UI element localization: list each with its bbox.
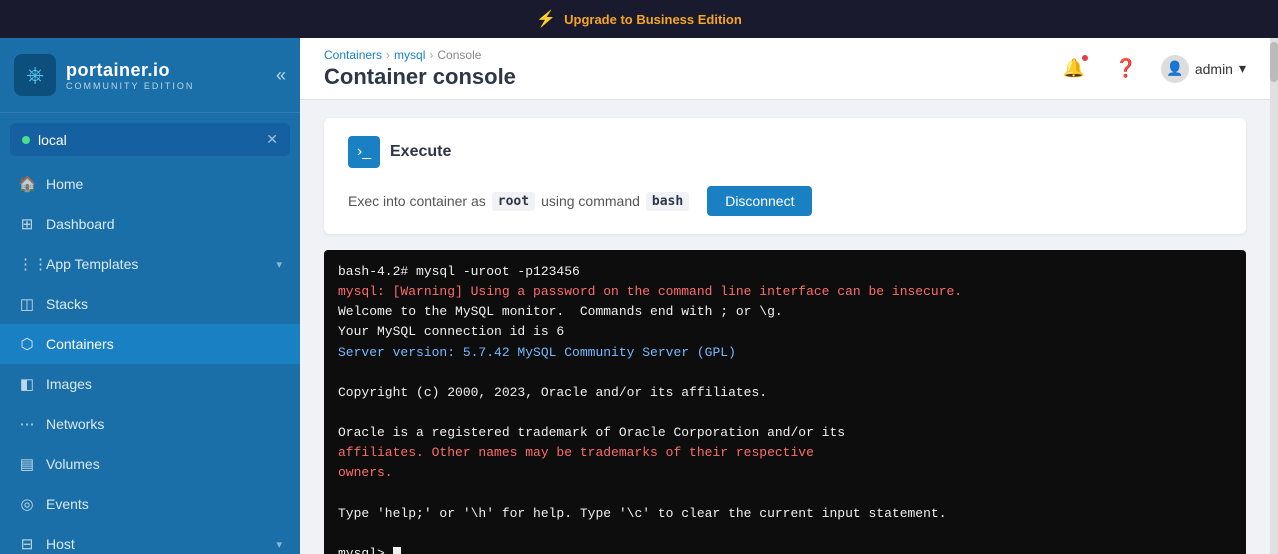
execute-title: Execute [390,143,451,161]
sidebar-logo: ⎈ portainer.io COMMUNITY EDITION « [0,38,300,113]
breadcrumb: Containers › mysql › Console [324,48,516,62]
scrollbar-thumb[interactable] [1270,42,1278,82]
sidebar-item-label: App Templates [46,256,266,272]
chevron-down-icon: ▾ [276,538,282,551]
sidebar-item-label: Volumes [46,456,282,472]
exec-command: bash [646,192,689,211]
sidebar-item-events[interactable]: ◎ Events [0,484,300,524]
terminal-output[interactable]: bash-4.2# mysql -uroot -p123456 mysql: [… [324,250,1246,554]
sidebar-item-label: Home [46,176,282,192]
user-menu[interactable]: 👤 admin ▾ [1161,55,1246,83]
execute-header: ›_ Execute [348,136,1222,168]
terminal-cursor [393,547,401,554]
notification-badge [1081,54,1089,62]
breadcrumb-sep: › [386,48,390,62]
help-button[interactable]: ❓ [1109,52,1143,86]
execute-card: ›_ Execute Exec into container as root u… [324,118,1246,234]
exec-using-label: using command [541,193,640,209]
page-body: ›_ Execute Exec into container as root u… [300,100,1270,554]
containers-icon: ⬡ [18,335,36,353]
endpoint-status-dot [22,136,30,144]
images-icon: ◧ [18,375,36,393]
sidebar-item-label: Images [46,376,282,392]
sidebar-item-home[interactable]: 🏠 Home [0,164,300,204]
sidebar-item-images[interactable]: ◧ Images [0,364,300,404]
sidebar-item-label: Host [46,536,266,552]
sidebar-item-host[interactable]: ⊟ Host ▾ [0,524,300,554]
collapse-sidebar-button[interactable]: « [276,65,286,86]
sidebar: ⎈ portainer.io COMMUNITY EDITION « local… [0,38,300,554]
endpoint-name: local [38,132,67,148]
exec-info: Exec into container as root using comman… [348,186,1222,216]
terminal-line [338,363,1232,383]
breadcrumb-sep: › [429,48,433,62]
app-templates-icon: ⋮⋮ [18,255,36,273]
sidebar-item-label: Networks [46,416,282,432]
terminal-line: affiliates. Other names may be trademark… [338,443,1232,463]
home-icon: 🏠 [18,175,36,193]
sidebar-item-label: Stacks [46,296,282,312]
header-left: Containers › mysql › Console Container c… [324,48,516,90]
events-icon: ◎ [18,495,36,513]
breadcrumb-containers[interactable]: Containers [324,48,382,62]
upgrade-banner[interactable]: ⚡ Upgrade to Business Edition [0,0,1278,38]
terminal-prompt-line: mysql> [338,544,1232,554]
terminal-line [338,484,1232,504]
sidebar-item-containers[interactable]: ⬡ Containers [0,324,300,364]
endpoint-selector[interactable]: local ✕ [10,123,290,156]
page-title: Container console [324,64,516,90]
terminal-line: Copyright (c) 2000, 2023, Oracle and/or … [338,383,1232,403]
terminal-line: owners. [338,463,1232,483]
terminal-line [338,524,1232,544]
portainer-logo-icon: ⎈ [14,54,56,96]
notifications-button[interactable]: 🔔 [1057,52,1091,86]
breadcrumb-current: Console [437,48,481,62]
stacks-icon: ◫ [18,295,36,313]
sidebar-item-label: Events [46,496,282,512]
sidebar-item-dashboard[interactable]: ⊞ Dashboard [0,204,300,244]
lightning-icon: ⚡ [536,9,556,29]
terminal-line: Your MySQL connection id is 6 [338,322,1232,342]
sidebar-item-stacks[interactable]: ◫ Stacks [0,284,300,324]
sidebar-item-networks[interactable]: ⋯ Networks [0,404,300,444]
user-chevron-icon: ▾ [1239,60,1246,77]
execute-terminal-icon: ›_ [348,136,380,168]
sidebar-item-volumes[interactable]: ▤ Volumes [0,444,300,484]
username: admin [1195,61,1233,77]
terminal-line: Oracle is a registered trademark of Orac… [338,423,1232,443]
terminal-line [338,403,1232,423]
terminal-prompt-icon: ›_ [357,143,371,161]
chevron-down-icon: ▾ [276,258,282,271]
terminal-line: bash-4.2# mysql -uroot -p123456 [338,262,1232,282]
terminal-line: Server version: 5.7.42 MySQL Community S… [338,343,1232,363]
exec-label: Exec into container as [348,193,486,209]
dashboard-icon: ⊞ [18,215,36,233]
page-header: Containers › mysql › Console Container c… [300,38,1270,100]
main-content: Containers › mysql › Console Container c… [300,38,1270,554]
terminal-line: Welcome to the MySQL monitor. Commands e… [338,302,1232,322]
disconnect-button[interactable]: Disconnect [707,186,812,216]
breadcrumb-mysql[interactable]: mysql [394,48,425,62]
page-scrollbar[interactable] [1270,38,1278,554]
sidebar-item-label: Containers [46,336,282,352]
sidebar-item-label: Dashboard [46,216,282,232]
exec-user: root [492,192,535,211]
volumes-icon: ▤ [18,455,36,473]
portainer-brand: portainer.io COMMUNITY EDITION [66,60,194,91]
upgrade-label: Upgrade to Business Edition [564,12,742,27]
terminal-line: Type 'help;' or '\h' for help. Type '\c'… [338,504,1232,524]
header-right: 🔔 ❓ 👤 admin ▾ [1057,52,1246,86]
terminal-line: mysql: [Warning] Using a password on the… [338,282,1232,302]
networks-icon: ⋯ [18,415,36,433]
logo-area: ⎈ portainer.io COMMUNITY EDITION [14,54,194,96]
host-icon: ⊟ [18,535,36,553]
endpoint-close-button[interactable]: ✕ [266,131,278,148]
sidebar-item-app-templates[interactable]: ⋮⋮ App Templates ▾ [0,244,300,284]
avatar: 👤 [1161,55,1189,83]
